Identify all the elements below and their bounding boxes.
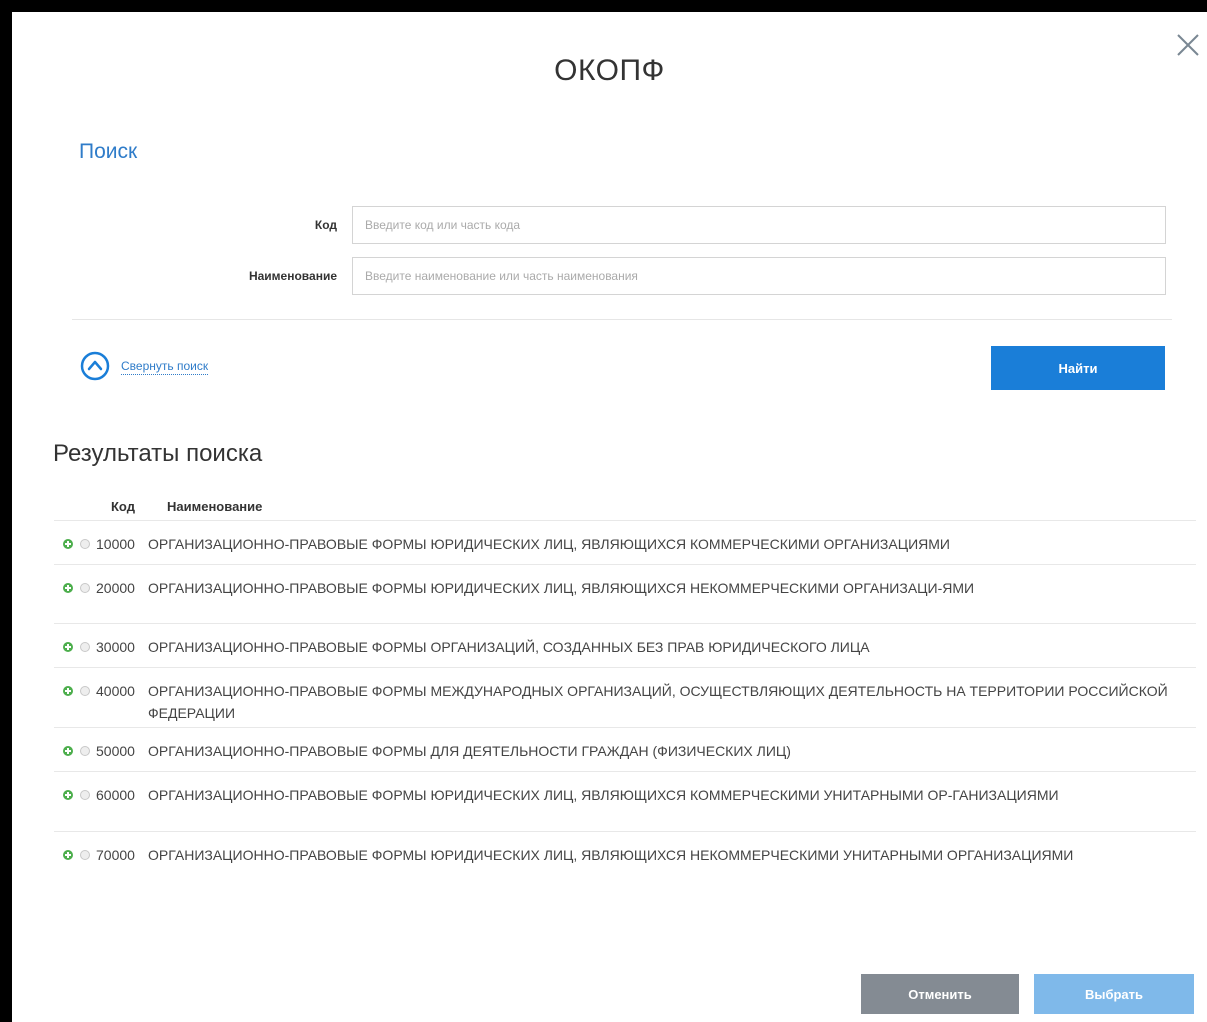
table-row[interactable]: 50000 ОРГАНИЗАЦИОННО-ПРАВОВЫЕ ФОРМЫ ДЛЯ … <box>54 727 1196 771</box>
plus-circle-icon[interactable] <box>63 686 73 696</box>
row-radio[interactable] <box>80 686 90 696</box>
row-code: 50000 <box>96 743 135 759</box>
code-label: Код <box>314 218 337 232</box>
find-button[interactable]: Найти <box>991 346 1165 390</box>
row-code: 60000 <box>96 787 135 803</box>
row-code: 70000 <box>96 847 135 863</box>
row-name: ОРГАНИЗАЦИОННО-ПРАВОВЫЕ ФОРМЫ ЮРИДИЧЕСКИ… <box>148 536 950 552</box>
row-name: ОРГАНИЗАЦИОННО-ПРАВОВЫЕ ФОРМЫ ЮРИДИЧЕСКИ… <box>148 580 975 596</box>
search-section-title: Поиск <box>79 140 138 163</box>
code-input[interactable] <box>352 206 1166 244</box>
table-row[interactable]: 30000 ОРГАНИЗАЦИОННО-ПРАВОВЫЕ ФОРМЫ ОРГА… <box>54 623 1196 667</box>
plus-circle-icon[interactable] <box>63 642 73 652</box>
row-radio[interactable] <box>80 539 90 549</box>
plus-circle-icon[interactable] <box>63 746 73 756</box>
row-radio[interactable] <box>80 850 90 860</box>
collapse-search-link[interactable]: Свернуть поиск <box>79 350 209 382</box>
row-name: ОРГАНИЗАЦИОННО-ПРАВОВЫЕ ФОРМЫ ДЛЯ ДЕЯТЕЛ… <box>148 743 791 759</box>
row-radio[interactable] <box>80 746 90 756</box>
cancel-button[interactable]: Отменить <box>861 974 1019 1014</box>
column-header-code: Код <box>111 499 135 514</box>
table-row[interactable]: 40000 ОРГАНИЗАЦИОННО-ПРАВОВЫЕ ФОРМЫ МЕЖД… <box>54 667 1196 727</box>
table-row[interactable]: 20000 ОРГАНИЗАЦИОННО-ПРАВОВЫЕ ФОРМЫ ЮРИД… <box>54 564 1196 623</box>
close-icon <box>1177 34 1199 56</box>
row-radio[interactable] <box>80 583 90 593</box>
row-code: 20000 <box>96 580 135 596</box>
plus-circle-icon[interactable] <box>63 790 73 800</box>
dialog-title: ОКОПФ <box>554 54 665 87</box>
table-row[interactable]: 70000 ОРГАНИЗАЦИОННО-ПРАВОВЫЕ ФОРМЫ ЮРИД… <box>54 831 1196 891</box>
plus-circle-icon[interactable] <box>63 539 73 549</box>
search-divider <box>72 319 1172 320</box>
select-button[interactable]: Выбрать <box>1034 974 1194 1014</box>
dialog: ОКОПФ Поиск Код Наименование Свернуть по… <box>0 0 1207 1022</box>
row-radio[interactable] <box>80 790 90 800</box>
name-input[interactable] <box>352 257 1166 295</box>
results-list: 10000 ОРГАНИЗАЦИОННО-ПРАВОВЫЕ ФОРМЫ ЮРИД… <box>54 520 1196 891</box>
row-name: ОРГАНИЗАЦИОННО-ПРАВОВЫЕ ФОРМЫ ЮРИДИЧЕСКИ… <box>148 787 1059 803</box>
name-label: Наименование <box>248 269 337 283</box>
results-title: Результаты поиска <box>53 440 263 467</box>
row-name: ОРГАНИЗАЦИОННО-ПРАВОВЫЕ ФОРМЫ МЕЖДУНАРОД… <box>148 683 1168 721</box>
row-code: 10000 <box>96 536 135 552</box>
row-code: 30000 <box>96 639 135 655</box>
row-radio[interactable] <box>80 642 90 652</box>
table-row[interactable]: 60000 ОРГАНИЗАЦИОННО-ПРАВОВЫЕ ФОРМЫ ЮРИД… <box>54 771 1196 831</box>
close-button[interactable] <box>1175 32 1201 58</box>
row-name: ОРГАНИЗАЦИОННО-ПРАВОВЫЕ ФОРМЫ ОРГАНИЗАЦИ… <box>148 639 870 655</box>
row-code: 40000 <box>96 683 135 699</box>
plus-circle-icon[interactable] <box>63 583 73 593</box>
row-name: ОРГАНИЗАЦИОННО-ПРАВОВЫЕ ФОРМЫ ЮРИДИЧЕСКИ… <box>148 847 1074 863</box>
plus-circle-icon[interactable] <box>63 850 73 860</box>
table-row[interactable]: 10000 ОРГАНИЗАЦИОННО-ПРАВОВЫЕ ФОРМЫ ЮРИД… <box>54 520 1196 564</box>
collapse-search-label: Свернуть поиск <box>121 358 209 375</box>
column-header-name: Наименование <box>167 499 263 514</box>
chevron-up-circle-icon <box>80 351 110 381</box>
